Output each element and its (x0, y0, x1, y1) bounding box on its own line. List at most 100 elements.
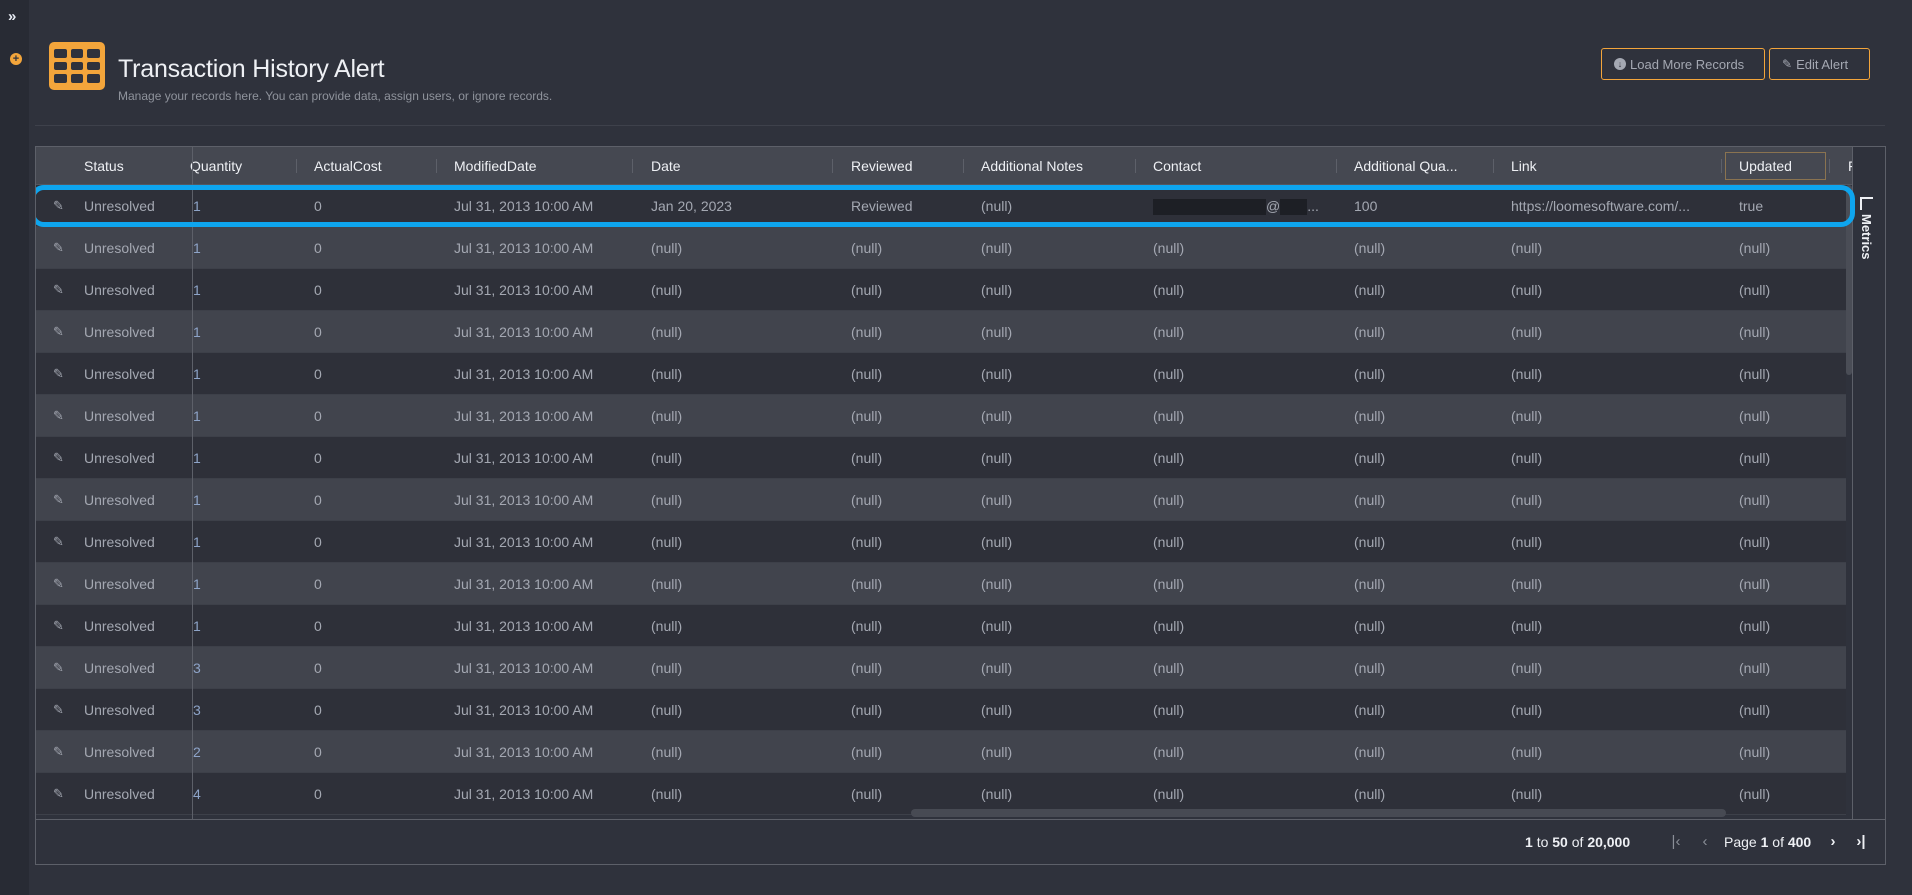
cell-updated[interactable]: (null) (1739, 731, 1829, 773)
cell-quantity[interactable]: 3 (193, 647, 233, 689)
cell-status[interactable]: Unresolved (84, 185, 184, 227)
table-row[interactable]: ✎ Unresolved 1 0 Jul 31, 2013 10:00 AM (null)… (36, 437, 1846, 479)
cell-additional-notes[interactable]: (null) (981, 395, 1121, 437)
cell-link[interactable]: (null) (1511, 563, 1711, 605)
cell-additional-quantity[interactable]: (null) (1354, 689, 1474, 731)
last-page-icon[interactable]: ›| (1852, 833, 1870, 851)
pencil-edit-icon[interactable]: ✎ (53, 409, 67, 423)
cell-modifieddate[interactable]: Jul 31, 2013 10:00 AM (454, 773, 624, 815)
cell-contact[interactable]: @... (1153, 185, 1323, 227)
cell-date[interactable]: (null) (651, 731, 811, 773)
cell-actualcost[interactable]: 0 (314, 269, 414, 311)
cell-modifieddate[interactable]: Jul 31, 2013 10:00 AM (454, 479, 624, 521)
cell-reviewed[interactable]: (null) (851, 521, 951, 563)
cell-contact[interactable]: (null) (1153, 353, 1323, 395)
cell-quantity[interactable]: 2 (193, 731, 233, 773)
cell-reviewed[interactable]: (null) (851, 353, 951, 395)
cell-status[interactable]: Unresolved (84, 605, 184, 647)
table-row[interactable]: ✎ Unresolved 1 0 Jul 31, 2013 10:00 AM (null)… (36, 479, 1846, 521)
cell-status[interactable]: Unresolved (84, 437, 184, 479)
cell-additional-quantity[interactable]: (null) (1354, 647, 1474, 689)
cell-additional-notes[interactable]: (null) (981, 437, 1121, 479)
cell-contact[interactable]: (null) (1153, 269, 1323, 311)
cell-date[interactable]: (null) (651, 395, 811, 437)
cell-status[interactable]: Unresolved (84, 647, 184, 689)
column-header-status[interactable]: Status (84, 147, 184, 185)
edit-alert-button[interactable]: ✎ Edit Alert (1769, 48, 1870, 80)
cell-updated[interactable]: (null) (1739, 605, 1829, 647)
cell-modifieddate[interactable]: Jul 31, 2013 10:00 AM (454, 311, 624, 353)
cell-actualcost[interactable]: 0 (314, 479, 414, 521)
pencil-edit-icon[interactable]: ✎ (53, 199, 67, 213)
cell-updated[interactable]: (null) (1739, 353, 1829, 395)
cell-status[interactable]: Unresolved (84, 269, 184, 311)
cell-contact[interactable]: (null) (1153, 521, 1323, 563)
cell-reviewed[interactable]: Reviewed (851, 185, 951, 227)
cell-contact[interactable]: (null) (1153, 437, 1323, 479)
cell-status[interactable]: Unresolved (84, 353, 184, 395)
first-page-icon[interactable]: |‹ (1667, 833, 1685, 851)
cell-additional-notes[interactable]: (null) (981, 269, 1121, 311)
cell-additional-notes[interactable]: (null) (981, 521, 1121, 563)
cell-updated[interactable]: (null) (1739, 437, 1829, 479)
cell-updated[interactable]: (null) (1739, 269, 1829, 311)
cell-link[interactable]: (null) (1511, 479, 1711, 521)
cell-date[interactable]: (null) (651, 773, 811, 815)
plus-circle-icon[interactable]: + (10, 53, 22, 65)
cell-reviewed[interactable]: (null) (851, 605, 951, 647)
cell-additional-quantity[interactable]: (null) (1354, 395, 1474, 437)
pencil-edit-icon[interactable]: ✎ (53, 367, 67, 381)
cell-updated[interactable]: (null) (1739, 521, 1829, 563)
previous-page-icon[interactable]: ‹ (1696, 833, 1714, 851)
column-separator[interactable] (296, 159, 297, 173)
cell-date[interactable]: (null) (651, 269, 811, 311)
table-row[interactable]: ✎ Unresolved 1 0 Jul 31, 2013 10:00 AM (null)… (36, 521, 1846, 563)
column-header-additional-notes[interactable]: Additional Notes (981, 147, 1131, 185)
column-header-updated[interactable]: Updated (1739, 147, 1819, 185)
pencil-edit-icon[interactable]: ✎ (53, 493, 67, 507)
cell-updated[interactable]: (null) (1739, 689, 1829, 731)
pencil-edit-icon[interactable]: ✎ (53, 325, 67, 339)
column-header-actualcost[interactable]: ActualCost (314, 147, 414, 185)
cell-date[interactable]: (null) (651, 353, 811, 395)
cell-actualcost[interactable]: 0 (314, 605, 414, 647)
cell-date[interactable]: (null) (651, 689, 811, 731)
cell-date[interactable]: (null) (651, 311, 811, 353)
cell-link[interactable]: (null) (1511, 731, 1711, 773)
pencil-edit-icon[interactable]: ✎ (53, 577, 67, 591)
cell-updated[interactable]: (null) (1739, 647, 1829, 689)
double-chevron-right-icon[interactable]: » (8, 9, 16, 25)
cell-status[interactable]: Unresolved (84, 731, 184, 773)
cell-additional-quantity[interactable]: (null) (1354, 731, 1474, 773)
cell-modifieddate[interactable]: Jul 31, 2013 10:00 AM (454, 269, 624, 311)
cell-link[interactable]: (null) (1511, 605, 1711, 647)
cell-additional-quantity[interactable]: (null) (1354, 437, 1474, 479)
cell-quantity[interactable]: 1 (193, 269, 233, 311)
cell-updated[interactable]: (null) (1739, 395, 1829, 437)
column-separator[interactable] (1493, 159, 1494, 173)
cell-contact[interactable]: (null) (1153, 647, 1323, 689)
cell-updated[interactable]: true (1739, 185, 1829, 227)
cell-modifieddate[interactable]: Jul 31, 2013 10:00 AM (454, 563, 624, 605)
cell-additional-notes[interactable]: (null) (981, 647, 1121, 689)
cell-additional-quantity[interactable]: (null) (1354, 563, 1474, 605)
cell-date[interactable]: (null) (651, 563, 811, 605)
cell-date[interactable]: (null) (651, 521, 811, 563)
column-separator[interactable] (1829, 159, 1830, 173)
cell-additional-notes[interactable]: (null) (981, 605, 1121, 647)
cell-modifieddate[interactable]: Jul 31, 2013 10:00 AM (454, 353, 624, 395)
cell-link[interactable]: (null) (1511, 689, 1711, 731)
cell-quantity[interactable]: 1 (193, 395, 233, 437)
cell-reviewed[interactable]: (null) (851, 479, 951, 521)
cell-modifieddate[interactable]: Jul 31, 2013 10:00 AM (454, 731, 624, 773)
table-row[interactable]: ✎ Unresolved 1 0 Jul 31, 2013 10:00 AM (null)… (36, 353, 1846, 395)
table-row[interactable]: ✎ Unresolved 1 0 Jul 31, 2013 10:00 AM (null)… (36, 605, 1846, 647)
cell-reviewed[interactable]: (null) (851, 647, 951, 689)
cell-reviewed[interactable]: (null) (851, 269, 951, 311)
cell-date[interactable]: (null) (651, 227, 811, 269)
cell-contact[interactable]: (null) (1153, 479, 1323, 521)
cell-link[interactable]: https://loomesoftware.com/... (1511, 185, 1711, 227)
table-row[interactable]: ✎ Unresolved 3 0 Jul 31, 2013 10:00 AM (null)… (36, 647, 1846, 689)
cell-contact[interactable]: (null) (1153, 563, 1323, 605)
cell-reviewed[interactable]: (null) (851, 563, 951, 605)
